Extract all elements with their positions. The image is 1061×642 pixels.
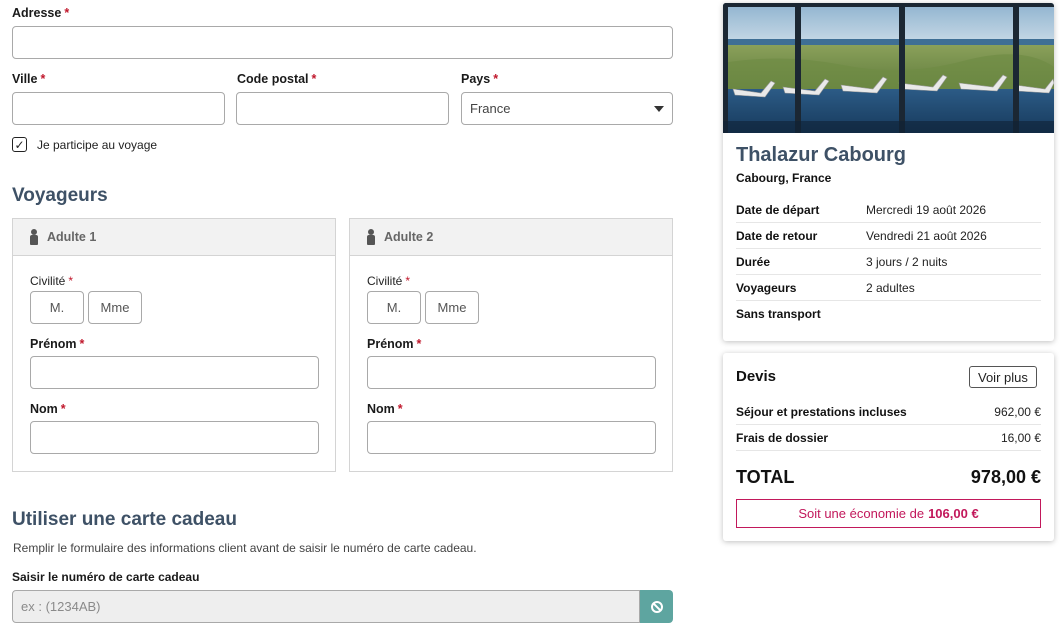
city-input[interactable] — [12, 92, 225, 125]
quote-line-amount: 962,00 € — [994, 404, 1041, 419]
traveler-card-title: Adulte 1 — [47, 230, 97, 244]
postal-code-input[interactable] — [236, 92, 449, 125]
quote-panel: Devis Voir plus Séjour et prestations in… — [723, 353, 1054, 541]
trip-detail-row: Sans transport — [736, 301, 1041, 327]
quote-line-label: Séjour et prestations incluses — [736, 404, 907, 419]
civility-label: Civilité * — [367, 274, 411, 288]
quote-line: Séjour et prestations incluses 962,00 € — [736, 399, 1041, 425]
quote-line-amount: 16,00 € — [1000, 430, 1041, 445]
trip-detail-value: 2 adultes — [866, 280, 915, 295]
gift-card-title: Utiliser une carte cadeau — [12, 509, 237, 530]
see-more-button[interactable]: Voir plus — [969, 366, 1037, 388]
traveler-card-header: Adulte 2 — [350, 219, 672, 256]
trip-detail-value: Mercredi 19 août 2026 — [866, 202, 987, 217]
savings-badge: Soit une économie de 106,00 € — [736, 499, 1041, 528]
civility-mr-button[interactable]: M. — [30, 291, 84, 324]
address-label: Adresse * — [12, 6, 70, 20]
postal-code-label: Code postal * — [237, 72, 317, 86]
trip-detail-key: Durée — [736, 254, 771, 269]
hotel-name: Thalazur Cabourg — [736, 144, 907, 166]
lastname-input[interactable] — [30, 421, 319, 454]
traveler-card-title: Adulte 2 — [384, 230, 434, 244]
country-label: Pays * — [461, 72, 499, 86]
civility-mr-button[interactable]: M. — [367, 291, 421, 324]
checkmark-icon: ✓ — [14, 137, 25, 152]
quote-lines: Séjour et prestations incluses 962,00 € F… — [736, 399, 1041, 451]
quote-line-label: Frais de dossier — [736, 430, 829, 445]
traveler-card-1: Adulte 1 Civilité * M. Mme Prénom * Nom * — [12, 218, 336, 472]
gift-card-apply-button[interactable] — [640, 590, 673, 623]
quote-title: Devis — [736, 368, 777, 385]
firstname-label: Prénom * — [30, 337, 85, 351]
total-row: TOTAL 978,00 € — [736, 467, 1041, 488]
total-amount: 978,00 € — [970, 467, 1041, 487]
gift-card-input[interactable]: ex : (1234AB) — [12, 590, 640, 623]
travelers-title: Voyageurs — [12, 185, 108, 206]
traveler-card-2: Adulte 2 Civilité * M. Mme Prénom * Nom * — [349, 218, 673, 472]
savings-amount: 106,00 € — [928, 506, 979, 521]
trip-details-list: Date de départ Mercredi 19 août 2026 Date… — [736, 197, 1041, 327]
hotel-photo — [723, 3, 1054, 133]
hotel-location: Cabourg, France — [736, 171, 832, 185]
ban-icon — [650, 600, 663, 613]
firstname-input[interactable] — [367, 356, 656, 389]
address-input[interactable] — [12, 26, 673, 59]
civility-mrs-button[interactable]: Mme — [425, 291, 479, 324]
trip-detail-row: Date de retour Vendredi 21 août 2026 — [736, 223, 1041, 249]
firstname-label: Prénom * — [367, 337, 422, 351]
city-label: Ville * — [12, 72, 46, 86]
lastname-label: Nom * — [30, 402, 66, 416]
trip-detail-row: Durée 3 jours / 2 nuits — [736, 249, 1041, 275]
country-select-value: France — [470, 101, 511, 116]
civility-label: Civilité * — [30, 274, 74, 288]
person-icon — [29, 229, 39, 245]
trip-summary-panel: Thalazur Cabourg Cabourg, France Date de… — [723, 3, 1054, 341]
gift-card-label: Saisir le numéro de carte cadeau — [12, 570, 200, 584]
firstname-input[interactable] — [30, 356, 319, 389]
trip-detail-row: Voyageurs 2 adultes — [736, 275, 1041, 301]
trip-detail-key: Sans transport — [736, 307, 821, 321]
trip-detail-key: Date de retour — [736, 228, 818, 243]
gift-card-description: Remplir le formulaire des informations c… — [13, 541, 477, 555]
savings-text: Soit une économie de — [798, 506, 925, 521]
lastname-input[interactable] — [367, 421, 656, 454]
trip-detail-row: Date de départ Mercredi 19 août 2026 — [736, 197, 1041, 223]
person-icon — [366, 229, 376, 245]
country-select[interactable]: France — [461, 92, 673, 125]
trip-detail-key: Voyageurs — [736, 280, 797, 295]
trip-detail-value: 3 jours / 2 nuits — [866, 254, 948, 269]
quote-line: Frais de dossier 16,00 € — [736, 425, 1041, 451]
total-label: TOTAL — [736, 467, 795, 487]
traveler-card-header: Adulte 1 — [13, 219, 335, 256]
civility-mrs-button[interactable]: Mme — [88, 291, 142, 324]
chevron-down-icon — [654, 105, 664, 112]
trip-detail-value: Vendredi 21 août 2026 — [866, 228, 987, 243]
participate-label: Je participe au voyage — [37, 138, 158, 152]
trip-detail-key: Date de départ — [736, 202, 820, 217]
lastname-label: Nom * — [367, 402, 403, 416]
participate-checkbox[interactable]: ✓ — [12, 137, 27, 152]
